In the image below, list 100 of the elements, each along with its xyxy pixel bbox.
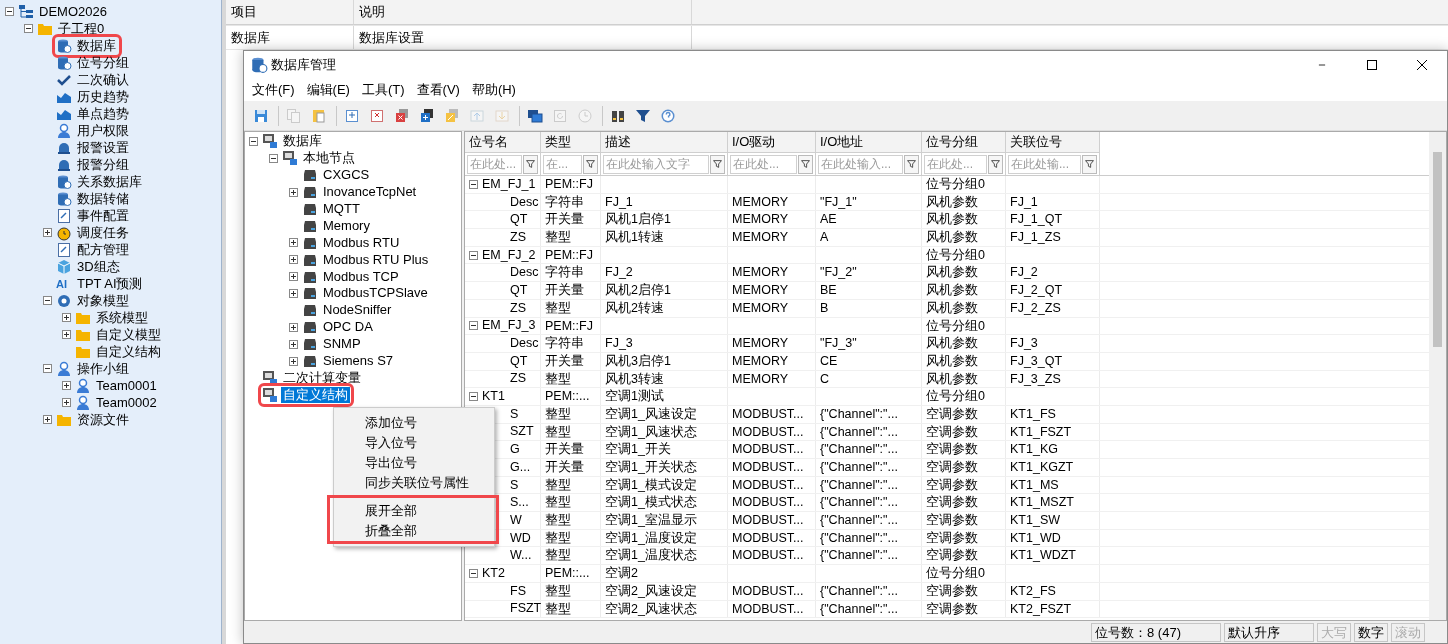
tree-item[interactable]: 自定义结构 (281, 386, 350, 403)
tree-item[interactable]: 关系数据库 (75, 173, 144, 190)
collapse-toggle[interactable] (43, 296, 52, 305)
filter-field[interactable]: 在此处输入文字 (603, 154, 709, 174)
collapse-toggle[interactable] (469, 179, 478, 189)
filter-field[interactable]: 在此处输入... (818, 154, 903, 174)
menu-item[interactable]: 工具(T) (355, 80, 411, 100)
expand-toggle[interactable] (62, 313, 71, 322)
tree-item[interactable]: 位号分组 (75, 54, 131, 71)
expand-toggle[interactable] (62, 398, 71, 407)
filter-button[interactable] (710, 154, 725, 174)
collapse-toggle[interactable] (469, 321, 478, 331)
tree-item[interactable]: 自定义结构 (94, 343, 163, 360)
menu-item[interactable]: 导出位号 (337, 453, 491, 473)
collapse-toggle[interactable] (249, 136, 258, 146)
tree-item[interactable]: 本地节点 (301, 150, 357, 167)
filter-button[interactable] (583, 154, 598, 174)
tree-item[interactable]: MQTT (321, 201, 362, 217)
column-header[interactable]: I/O地址 (816, 132, 922, 153)
filter-field[interactable]: 在此处... (924, 154, 987, 174)
filter-field[interactable]: 在此处... (730, 154, 797, 174)
tree-item[interactable]: Memory (321, 217, 372, 234)
column-header[interactable]: 项目 (226, 0, 354, 25)
tree-item[interactable]: Modbus RTU (321, 234, 402, 251)
tree-item[interactable]: Team0002 (94, 394, 159, 411)
collapse-toggle[interactable] (469, 250, 478, 260)
menu-item[interactable]: 展开全部 (337, 501, 497, 521)
tree-item[interactable]: CXGCS (321, 167, 372, 184)
filter-field[interactable]: 在此处... (467, 154, 522, 174)
collapse-toggle[interactable] (469, 568, 478, 578)
tree-item[interactable]: 报警设置 (75, 139, 131, 156)
tree-item[interactable]: 用户权限 (75, 122, 131, 139)
tree-item[interactable]: 自定义模型 (94, 326, 163, 343)
menu-item[interactable]: 帮助(H) (465, 80, 522, 100)
menu-item[interactable]: 折叠全部 (337, 521, 497, 541)
tree-item[interactable]: 数据库 (281, 133, 324, 150)
column-header[interactable]: 位号名 (465, 132, 541, 153)
column-header[interactable]: 描述 (601, 132, 728, 153)
tree-item[interactable]: 3D组态 (75, 258, 122, 275)
tree-item[interactable]: 资源文件 (75, 411, 131, 428)
scroll-thumb[interactable] (1433, 152, 1442, 347)
collapse-toggle[interactable] (43, 364, 52, 373)
tree-item[interactable]: NodeSniffer (321, 302, 394, 319)
expand-toggle[interactable] (62, 381, 71, 390)
tree-item[interactable]: 数据转储 (75, 190, 131, 207)
tree-item[interactable]: 事件配置 (75, 207, 131, 224)
expand-toggle[interactable] (289, 255, 298, 265)
menu-item[interactable]: 查看(V) (410, 80, 466, 100)
expand-toggle[interactable] (289, 272, 298, 282)
expand-toggle[interactable] (43, 415, 52, 424)
expand-toggle[interactable] (62, 330, 71, 339)
collapse-toggle[interactable] (269, 153, 278, 163)
tree-item[interactable]: Modbus TCP (321, 268, 401, 285)
column-header[interactable]: 位号分组 (922, 132, 1006, 153)
tree-item[interactable]: DEMO2026 (37, 3, 109, 20)
tree-item[interactable]: SNMP (321, 336, 363, 353)
filter-field[interactable]: 在... (543, 154, 582, 174)
tree-item[interactable]: InovanceTcpNet (321, 184, 419, 201)
expand-toggle[interactable] (289, 322, 298, 332)
tree-item[interactable]: ModbusTCPSlave (321, 285, 430, 302)
collapse-toggle[interactable] (24, 24, 33, 33)
tree-item[interactable]: 配方管理 (75, 241, 131, 258)
tree-item[interactable]: 子工程0 (56, 20, 107, 37)
tree-item[interactable]: 系统模型 (94, 309, 150, 326)
tree-item[interactable]: Team0001 (94, 377, 159, 394)
column-header[interactable]: I/O驱动 (728, 132, 816, 153)
tree-item[interactable]: TPT AI预测 (75, 275, 145, 292)
column-header[interactable]: 说明 (354, 0, 692, 25)
menu-item[interactable]: 同步关联位号属性 (337, 473, 491, 493)
menu-item[interactable]: 导入位号 (337, 433, 491, 453)
filter-button[interactable] (904, 154, 919, 174)
filter-button[interactable] (1082, 154, 1097, 174)
filter-field[interactable]: 在此处输... (1008, 154, 1081, 174)
collapse-toggle[interactable] (469, 392, 478, 402)
tree-item[interactable]: 调度任务 (75, 224, 131, 241)
tree-item[interactable]: 二次确认 (75, 71, 131, 88)
scrollbar[interactable] (1429, 132, 1446, 620)
tree-item[interactable]: 历史趋势 (75, 88, 131, 105)
expand-toggle[interactable] (289, 288, 298, 298)
collapse-toggle[interactable] (5, 7, 14, 16)
expand-toggle[interactable] (289, 356, 298, 366)
tree-item[interactable]: 对象模型 (75, 292, 131, 309)
expand-toggle[interactable] (43, 228, 52, 237)
column-header[interactable]: 关联位号 (1006, 132, 1100, 153)
tree-item[interactable]: OPC DA (321, 319, 375, 336)
menu-item[interactable]: 编辑(E) (300, 80, 356, 100)
tree-item[interactable]: 数据库 (75, 37, 118, 54)
menu-item[interactable]: 添加位号 (337, 413, 491, 433)
filter-button[interactable] (988, 154, 1003, 174)
menu-item[interactable]: 文件(F) (246, 80, 301, 100)
filter-button[interactable] (798, 154, 813, 174)
tree-item[interactable]: 单点趋势 (75, 105, 131, 122)
tree-item[interactable]: Modbus RTU Plus (321, 251, 431, 268)
tree-item[interactable]: 操作小组 (75, 360, 131, 377)
expand-toggle[interactable] (289, 339, 298, 349)
tree-item[interactable]: Siemens S7 (321, 353, 396, 369)
expand-toggle[interactable] (289, 187, 298, 197)
expand-toggle[interactable] (289, 238, 298, 248)
column-header[interactable]: 类型 (541, 132, 601, 153)
tree-item[interactable]: 报警分组 (75, 156, 131, 173)
